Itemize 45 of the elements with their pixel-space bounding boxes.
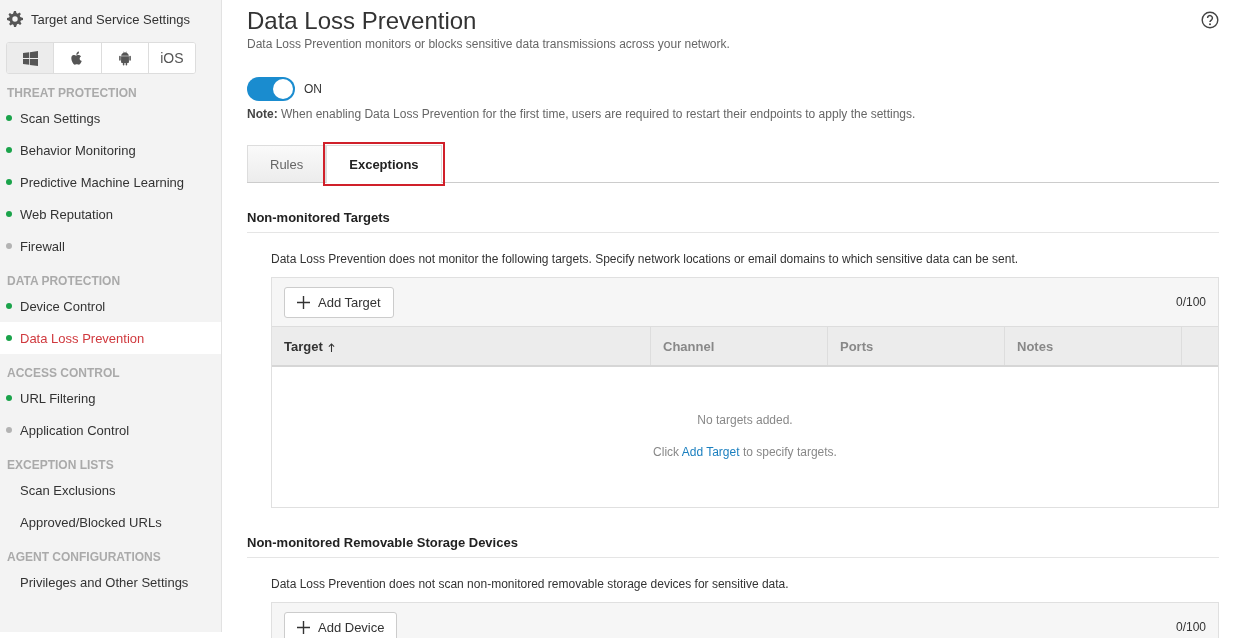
page-description: Data Loss Prevention monitors or blocks sensitive data transmissions across your network. [247, 37, 730, 51]
section-heading: AGENT CONFIGURATIONS [6, 549, 162, 562]
section-heading: EXCEPTION LISTS [6, 457, 115, 470]
sidebar-item[interactable]: Behavior Monitoring [0, 134, 221, 166]
sidebar-item[interactable]: Firewall [0, 230, 221, 262]
section-heading: THREAT PROTECTION [6, 85, 138, 98]
sidebar-item[interactable]: Application Control [0, 414, 221, 446]
sidebar-item[interactable]: Scan Settings [0, 102, 221, 134]
plus-icon [297, 620, 310, 634]
sidebar-item[interactable]: Predictive Machine Learning [0, 166, 221, 198]
sidebar-item[interactable]: Privileges and Other Settings [0, 566, 221, 598]
section-heading: Non-monitored Targets [247, 210, 1219, 233]
help-icon[interactable] [1201, 11, 1219, 29]
section-description: Data Loss Prevention does not scan non-monitored removable storage devices for sensitive data. [271, 577, 790, 591]
toggle-label: ON [304, 82, 322, 96]
column-header[interactable]: Target [272, 327, 651, 365]
plus-icon [297, 295, 310, 309]
sidebar-item[interactable]: Scan Exclusions [0, 474, 221, 506]
sidebar-item[interactable]: Data Loss Prevention [0, 322, 221, 354]
gear-icon [7, 11, 23, 27]
add-button[interactable]: Add Device [284, 611, 398, 638]
add-button[interactable]: Add Target [284, 286, 394, 318]
sidebar-item[interactable]: Device Control [0, 290, 221, 322]
section-heading: DATA PROTECTION [6, 273, 122, 286]
item-count: 0/100 [1175, 295, 1206, 309]
empty-hint: Click Add Target to specify targets. [653, 445, 837, 459]
sidebar-item[interactable]: URL Filtering [0, 382, 221, 414]
windows-tab[interactable] [7, 43, 55, 73]
section-heading: Non-monitored Removable Storage Devices [247, 535, 1219, 558]
section-description: Data Loss Prevention does not monitor the following targets. Specify network locations or email domains to which sensitive data can be sent. [271, 252, 1020, 266]
toggle-switch[interactable] [247, 77, 295, 101]
windows-logo-icon [22, 50, 38, 66]
tab[interactable]: Rules [247, 145, 327, 182]
add-target-link[interactable]: Add Target [681, 445, 740, 459]
note-text: Note: When enabling Data Loss Prevention for the first time, users are required to restart their endpoints to apply the settings. [247, 107, 917, 121]
page-title: Data Loss Prevention [247, 6, 478, 36]
empty-message: No targets added. [697, 413, 793, 427]
android-robot-icon [117, 50, 132, 66]
tab[interactable]: Exceptions [326, 145, 442, 183]
sort-arrow-icon [327, 342, 335, 352]
item-count: 0/100 [1175, 620, 1206, 634]
sidebar-item[interactable]: Approved/Blocked URLs [0, 506, 221, 538]
sidebar-title: Target and Service Settings [31, 11, 190, 27]
sidebar-item[interactable]: Web Reputation [0, 198, 221, 230]
section-heading: ACCESS CONTROL [6, 365, 121, 378]
